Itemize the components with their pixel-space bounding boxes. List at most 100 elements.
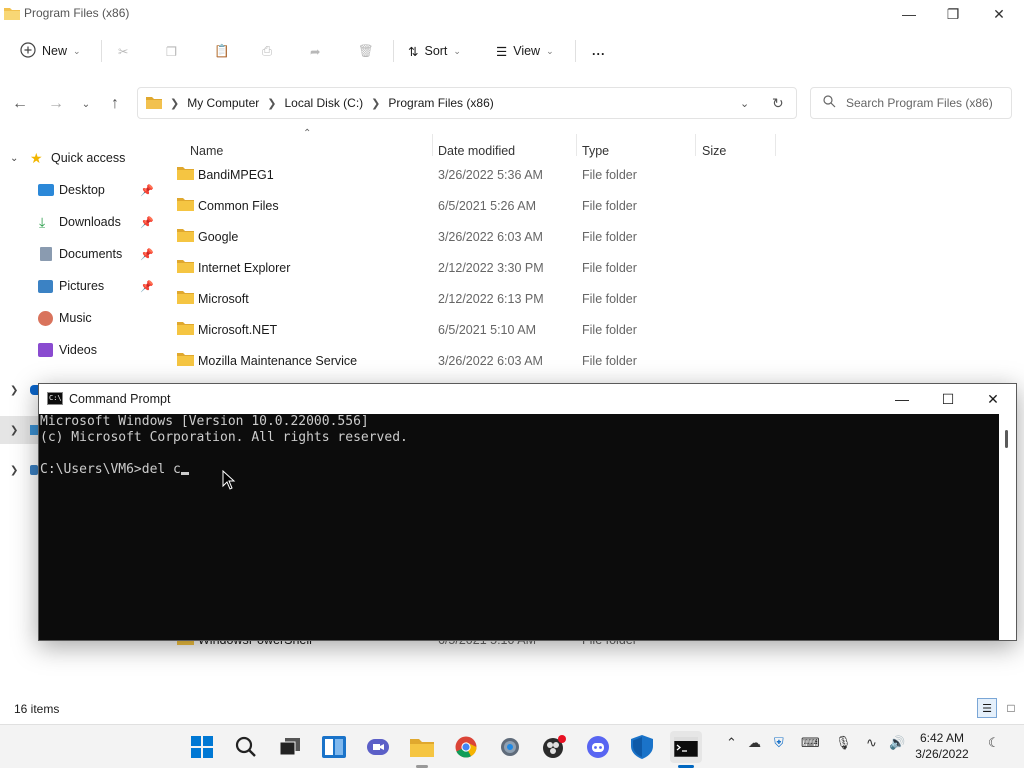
discord-icon bbox=[587, 736, 609, 758]
view-button[interactable]: ☰ View ⌄ bbox=[496, 36, 554, 66]
console-scrollbar[interactable] bbox=[999, 414, 1016, 640]
address-dropdown-icon[interactable]: ⌄ bbox=[740, 97, 749, 110]
cut-button[interactable]: ✂ bbox=[118, 36, 128, 66]
trash-icon: 🗑 bbox=[358, 43, 374, 58]
sort-button[interactable]: ⇅ Sort ⌄ bbox=[408, 36, 461, 66]
command-prompt-window[interactable]: C:\ Command Prompt — ☐ ✕ Microsoft Windo… bbox=[38, 383, 1017, 641]
desktop-icon bbox=[38, 184, 54, 196]
widgets-icon bbox=[322, 736, 346, 758]
command-prompt-taskbar-button[interactable] bbox=[670, 731, 702, 763]
large-icons-view-icon[interactable]: □ bbox=[1001, 698, 1021, 718]
taskbar-clock[interactable]: 6:42 AM 3/26/2022 bbox=[912, 730, 972, 762]
up-arrow-icon[interactable]: ↑ bbox=[103, 92, 127, 116]
sidebar-item-desktop[interactable]: Desktop 📌 bbox=[0, 176, 158, 204]
file-name: Microsoft bbox=[198, 292, 249, 306]
explorer-titlebar: Program Files (x86) — ❐ ✕ bbox=[0, 0, 1024, 28]
forward-arrow-icon[interactable]: → bbox=[44, 92, 68, 116]
address-bar[interactable]: ❯ My Computer ❯ Local Disk (C:) ❯ Progra… bbox=[137, 87, 797, 119]
sidebar-item-pictures[interactable]: Pictures 📌 bbox=[0, 272, 158, 300]
teams-chat-button[interactable] bbox=[362, 731, 394, 763]
pin-icon: 📌 bbox=[140, 216, 154, 229]
recent-locations-chevron-icon[interactable]: ⌄ bbox=[74, 92, 98, 116]
chevron-down-icon: ⌄ bbox=[546, 45, 554, 56]
file-date-modified: 3/26/2022 6:03 AM bbox=[438, 230, 543, 244]
toolbar-divider bbox=[575, 40, 576, 62]
wifi-icon[interactable]: ∿ bbox=[866, 735, 877, 751]
focus-assist-moon-icon[interactable]: ☾ bbox=[988, 735, 1000, 751]
breadcrumb-my-computer[interactable]: My Computer bbox=[187, 96, 259, 110]
sidebar-item-music[interactable]: Music bbox=[0, 304, 158, 332]
maximize-button[interactable]: ☐ bbox=[925, 384, 971, 414]
chrome-icon bbox=[455, 736, 477, 758]
minimize-button[interactable]: — bbox=[879, 384, 925, 414]
file-explorer-taskbar-button[interactable] bbox=[406, 731, 438, 763]
table-row[interactable]: Common Files 6/5/2021 5:26 AM File folder bbox=[160, 191, 1024, 222]
breadcrumb-program-files[interactable]: Program Files (x86) bbox=[388, 96, 493, 110]
show-hidden-icons-chevron-icon[interactable]: ⌃ bbox=[726, 735, 737, 751]
delete-button[interactable]: 🗑 bbox=[358, 36, 374, 66]
sidebar-item-downloads[interactable]: ⤓ Downloads 📌 bbox=[0, 208, 158, 236]
sidebar-item-this-pc[interactable]: ❯ bbox=[0, 416, 38, 444]
see-more-button[interactable]: ... bbox=[592, 36, 605, 66]
task-view-button[interactable] bbox=[274, 731, 306, 763]
new-button[interactable]: New ⌄ bbox=[20, 36, 81, 66]
rename-icon: ⎙ bbox=[262, 43, 273, 58]
table-row[interactable]: Microsoft 2/12/2022 6:13 PM File folder bbox=[160, 284, 1024, 315]
defender-button[interactable] bbox=[626, 731, 658, 763]
table-row[interactable]: Internet Explorer 2/12/2022 3:30 PM File f… bbox=[160, 253, 1024, 284]
column-divider[interactable] bbox=[775, 134, 776, 156]
column-divider[interactable] bbox=[576, 134, 577, 156]
file-name: BandiMPEG1 bbox=[198, 168, 274, 182]
table-row[interactable]: Google 3/26/2022 6:03 AM File folder bbox=[160, 222, 1024, 253]
console-output[interactable]: Microsoft Windows [Version 10.0.22000.55… bbox=[39, 414, 999, 640]
restore-button[interactable]: ❐ bbox=[930, 0, 976, 28]
breadcrumb-local-disk[interactable]: Local Disk (C:) bbox=[284, 96, 363, 110]
volume-icon[interactable]: 🔊 bbox=[889, 735, 905, 751]
share-icon: ➦ bbox=[310, 44, 321, 59]
discord-button[interactable] bbox=[582, 731, 614, 763]
sidebar-item-quick-access[interactable]: ⌄ ★ Quick access bbox=[0, 144, 158, 172]
search-icon bbox=[823, 95, 836, 111]
file-date-modified: 2/12/2022 3:30 PM bbox=[438, 261, 544, 275]
toolbar-divider bbox=[393, 40, 394, 62]
sort-label: Sort bbox=[424, 44, 448, 58]
copy-button[interactable]: ❐ bbox=[166, 36, 177, 66]
cmd-titlebar[interactable]: C:\ Command Prompt — ☐ ✕ bbox=[39, 384, 1016, 414]
start-button[interactable] bbox=[186, 731, 218, 763]
column-divider[interactable] bbox=[695, 134, 696, 156]
minimize-button[interactable]: — bbox=[886, 0, 932, 28]
widgets-button[interactable] bbox=[318, 731, 350, 763]
breadcrumb-chevron-icon: ❯ bbox=[267, 97, 277, 110]
file-type: File folder bbox=[582, 292, 637, 306]
paste-button[interactable]: 📋 bbox=[214, 36, 230, 66]
keyboard-icon[interactable]: ⌨ bbox=[801, 735, 820, 751]
close-button[interactable]: ✕ bbox=[970, 384, 1016, 414]
search-button[interactable] bbox=[230, 731, 262, 763]
search-box[interactable]: Search Program Files (x86) bbox=[810, 87, 1012, 119]
new-label: New bbox=[42, 44, 68, 58]
console-line: C:\Users\VM6>del c bbox=[40, 462, 181, 477]
table-row[interactable]: Microsoft.NET 6/5/2021 5:10 AM File folder bbox=[160, 315, 1024, 346]
obs-button[interactable] bbox=[538, 731, 570, 763]
network-disconnected-icon[interactable]: ☁ bbox=[748, 735, 761, 751]
sidebar-item-videos[interactable]: Videos bbox=[0, 336, 158, 364]
rename-button[interactable]: ⎙ bbox=[262, 36, 272, 66]
refresh-icon[interactable]: ↻ bbox=[772, 95, 784, 112]
console-prompt-line: C:\Users\VM6>del c bbox=[40, 462, 999, 478]
chrome-button[interactable] bbox=[450, 731, 482, 763]
scrollbar-thumb[interactable] bbox=[1005, 430, 1008, 448]
column-divider[interactable] bbox=[432, 134, 433, 156]
details-view-icon[interactable]: ☰ bbox=[977, 698, 997, 718]
share-button[interactable]: ➦ bbox=[310, 36, 320, 66]
file-type: File folder bbox=[582, 199, 637, 213]
sidebar-item-documents[interactable]: Documents 📌 bbox=[0, 240, 158, 268]
close-button[interactable]: ✕ bbox=[976, 0, 1022, 28]
table-row[interactable]: BandiMPEG1 3/26/2022 5:36 AM File folder bbox=[160, 160, 1024, 191]
back-arrow-icon[interactable]: ← bbox=[8, 92, 32, 116]
gear-icon bbox=[501, 738, 519, 756]
microphone-icon[interactable]: 🎙 bbox=[835, 735, 852, 751]
settings-button[interactable] bbox=[494, 731, 526, 763]
terminal-icon bbox=[674, 737, 698, 757]
security-shield-icon[interactable]: ⛨ bbox=[774, 735, 784, 751]
table-row[interactable]: Mozilla Maintenance Service 3/26/2022 6:0… bbox=[160, 346, 1024, 377]
